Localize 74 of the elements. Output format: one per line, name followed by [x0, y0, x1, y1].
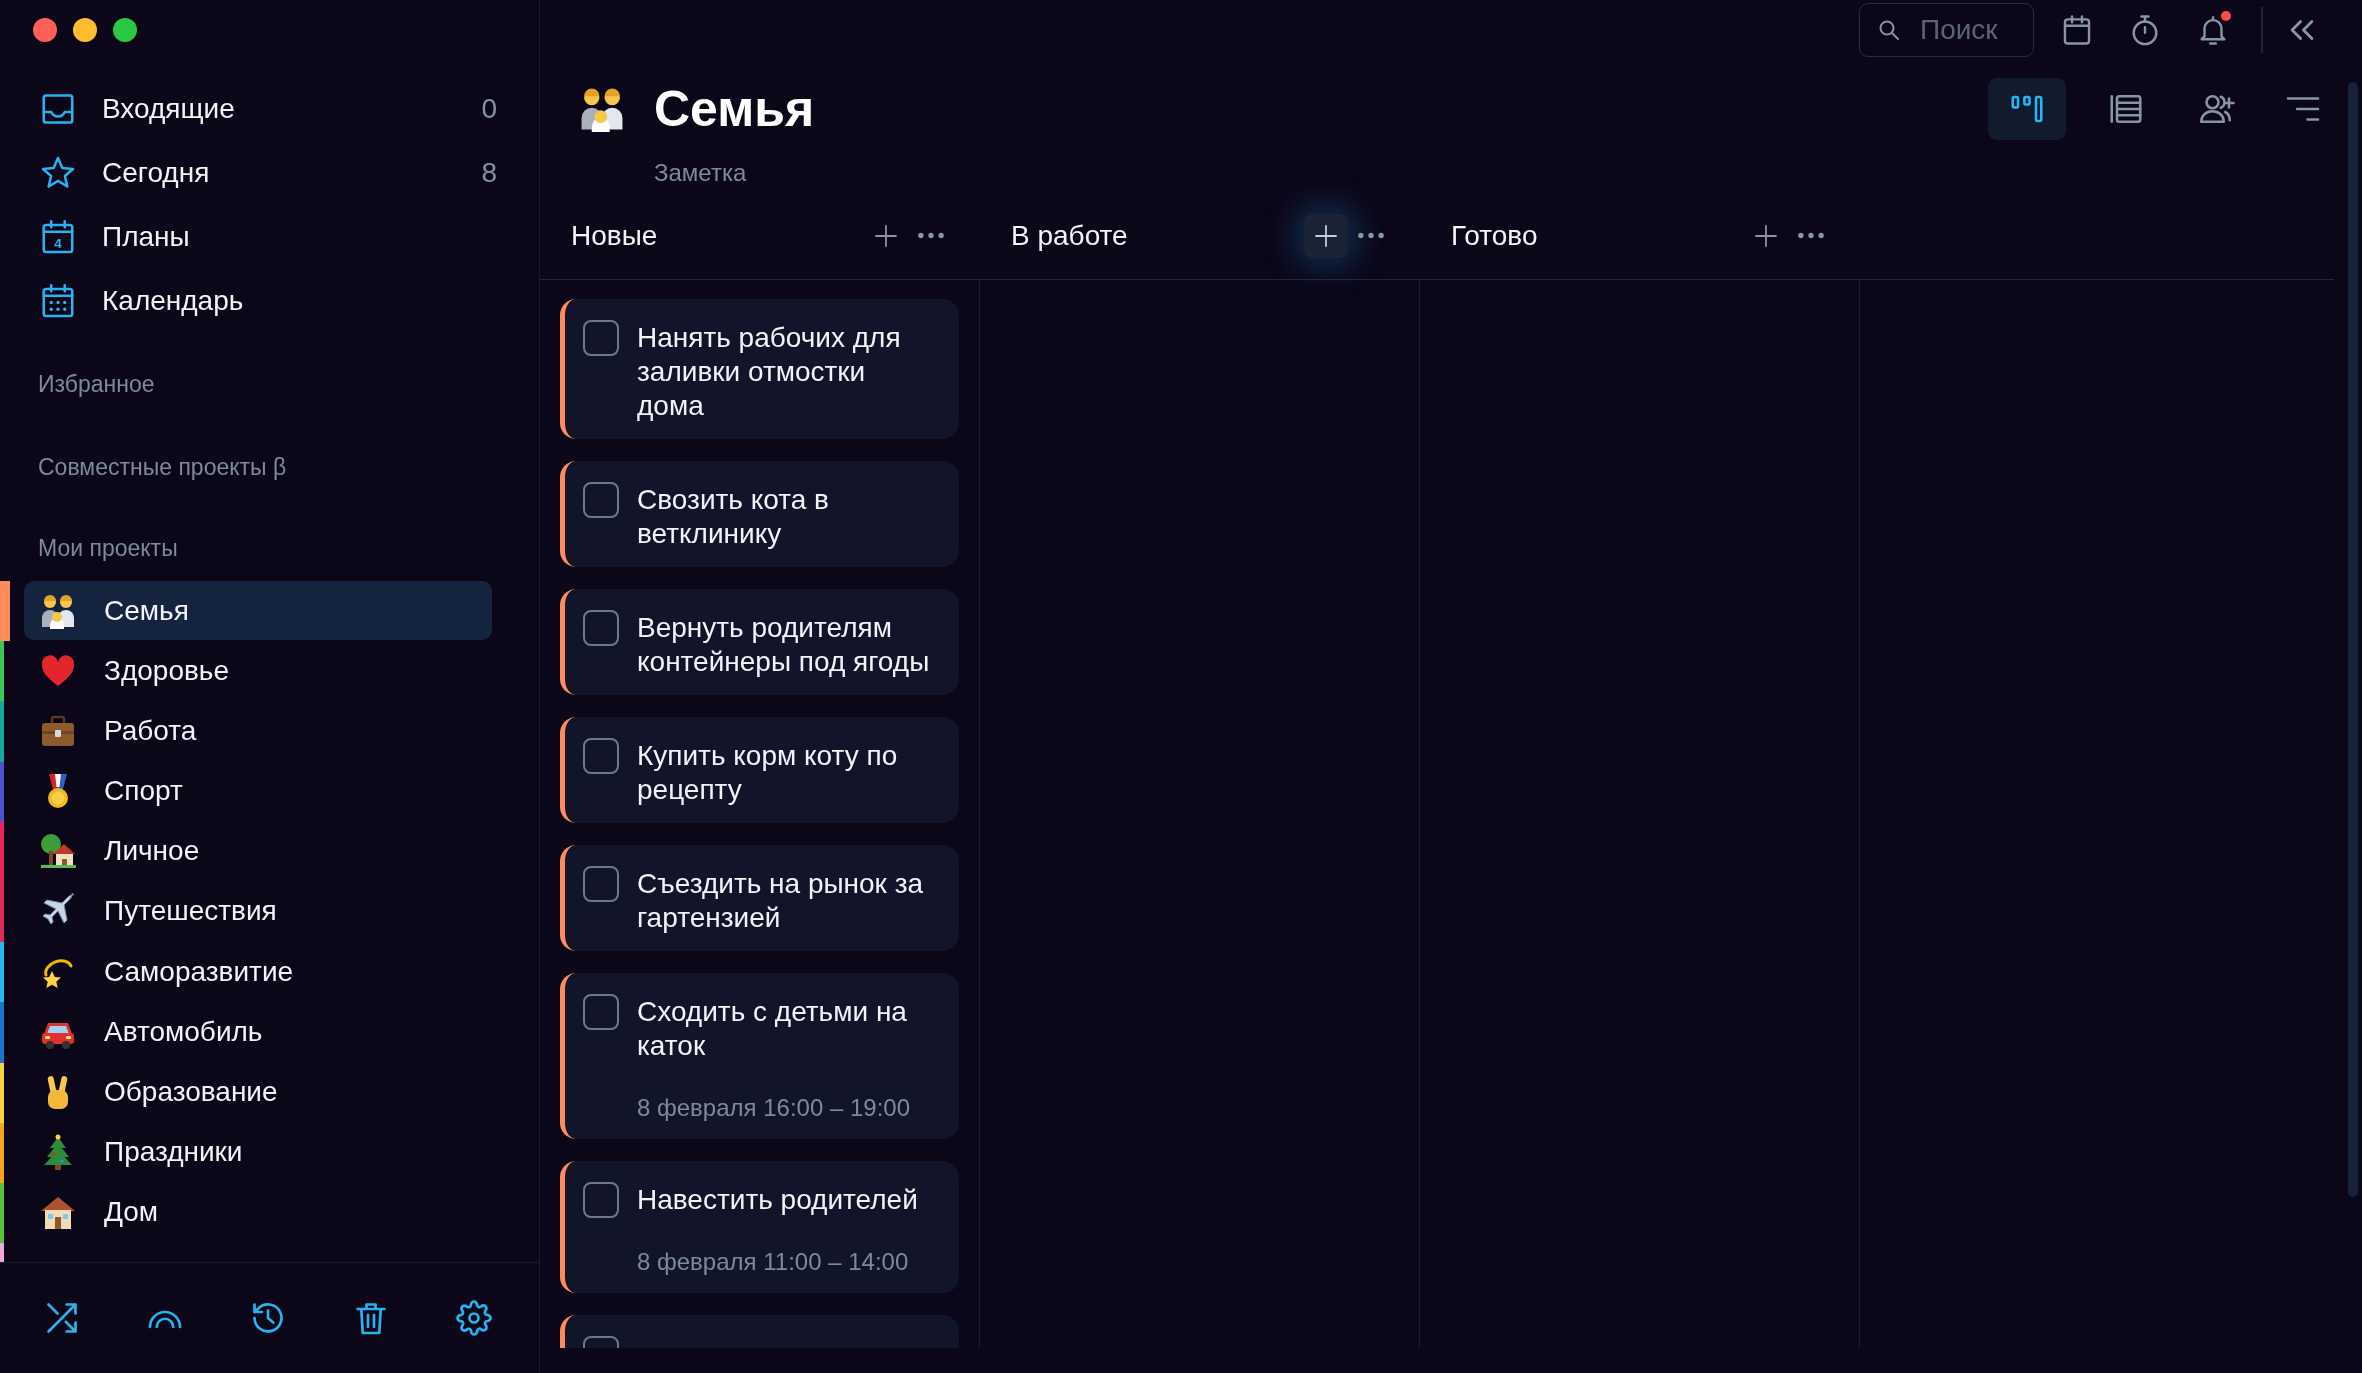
project-item[interactable]: Семья — [24, 581, 492, 640]
plus-icon — [1754, 223, 1778, 248]
close-button[interactable] — [33, 18, 57, 42]
project-title: Семья — [654, 80, 815, 139]
item-count: 8 — [481, 157, 497, 189]
nav-item[interactable]: Календарь — [0, 269, 539, 333]
task-date: 8 февраля 11:00 – 14:00 — [637, 1247, 910, 1277]
task-card[interactable]: Купить корм коту по рецепту — [560, 717, 959, 823]
project-item[interactable]: Здоровье — [24, 641, 492, 701]
more-icon[interactable] — [1357, 231, 1385, 240]
board-view-button[interactable] — [1988, 78, 2066, 140]
task-card[interactable]: Съездить на рынок за гартензией — [560, 845, 959, 951]
task-title: Навестить родителей — [637, 1183, 919, 1217]
task-title: Купить корм коту по рецепту — [637, 739, 899, 807]
project-item[interactable]: Спорт — [24, 761, 492, 821]
plus-icon — [874, 223, 898, 248]
column-title: Новые — [571, 219, 659, 252]
project-item[interactable]: Дом — [24, 1182, 492, 1242]
add-button[interactable] — [1304, 213, 1348, 258]
project-item[interactable]: Личное — [24, 821, 492, 881]
project-item[interactable]: Путешествия — [24, 881, 492, 941]
heart-icon — [40, 652, 76, 689]
project-item[interactable]: Праздники — [24, 1122, 492, 1182]
item-count: 0 — [481, 93, 497, 125]
column-title: Готово — [1451, 219, 1539, 252]
checkbox[interactable] — [583, 320, 619, 356]
task-title: Сходить с детьми на каток — [637, 995, 908, 1063]
scrollbar[interactable] — [2348, 82, 2358, 1197]
project-description: Заметка — [653, 158, 748, 188]
maximize-button[interactable] — [113, 18, 137, 42]
section-heading[interactable]: Совместные проекты β — [0, 452, 287, 482]
task-card[interactable]: Сходить с детьми на каток 8 февраля 16:00 – 19:00 — [560, 973, 959, 1139]
settings-icon[interactable] — [456, 1300, 492, 1336]
inbox-icon — [40, 91, 76, 127]
task-card[interactable]: Нанять рабочих для заливки отмостки дома — [560, 299, 959, 439]
checkbox[interactable] — [583, 866, 619, 902]
task-card[interactable]: Свозить кота в ветклинику — [560, 461, 959, 567]
project-item[interactable]: Саморазвитие — [24, 942, 492, 1002]
checkbox[interactable] — [583, 482, 619, 518]
more-icon[interactable] — [917, 231, 945, 240]
project-item[interactable]: Работа — [24, 701, 492, 761]
section-heading[interactable]: Избранное — [0, 369, 155, 399]
house-tree-icon — [40, 833, 76, 870]
nav-item[interactable]: 4 Планы — [0, 205, 539, 269]
nav-item[interactable]: Сегодня 8 — [0, 141, 539, 205]
house-icon — [40, 1194, 76, 1231]
task-card[interactable]: Навестить родителей 8 февраля 11:00 – 14:00 — [560, 1161, 959, 1293]
minimize-button[interactable] — [73, 18, 97, 42]
checkbox[interactable] — [583, 738, 619, 774]
task-title: Вернуть родителям контейнеры под ягоды — [637, 611, 931, 679]
project-item[interactable]: Автомобиль — [24, 1002, 492, 1062]
star-icon — [40, 155, 76, 191]
checkbox[interactable] — [583, 610, 619, 646]
family-icon — [579, 86, 625, 132]
search-icon — [1877, 18, 1901, 42]
search-field[interactable]: Поиск — [1859, 3, 2034, 57]
task-title: Съездить на рынок за гартензией — [637, 867, 925, 935]
section-heading[interactable]: Мои проекты — [0, 533, 178, 563]
history-icon[interactable] — [250, 1300, 286, 1336]
task-card[interactable]: Вернуть родителям контейнеры под ягоды — [560, 589, 959, 695]
column-title: В работе — [1011, 219, 1129, 252]
task-title: Свозить кота в ветклинику — [637, 483, 830, 551]
shuffle-icon[interactable] — [44, 1300, 80, 1336]
task-title: Нанять рабочих для заливки отмостки дома — [637, 321, 902, 423]
checkbox[interactable] — [583, 1182, 619, 1218]
project-item[interactable]: Образование — [24, 1062, 492, 1122]
more-icon[interactable] — [1797, 231, 1825, 240]
checkbox[interactable] — [583, 994, 619, 1030]
trash-icon[interactable] — [353, 1300, 389, 1336]
nav-item[interactable]: Входящие 0 — [0, 77, 539, 141]
family-icon — [40, 592, 76, 629]
plus-icon — [1314, 223, 1338, 248]
task-date: 8 февраля 16:00 – 19:00 — [637, 1093, 912, 1123]
calendar-icon — [40, 283, 76, 319]
